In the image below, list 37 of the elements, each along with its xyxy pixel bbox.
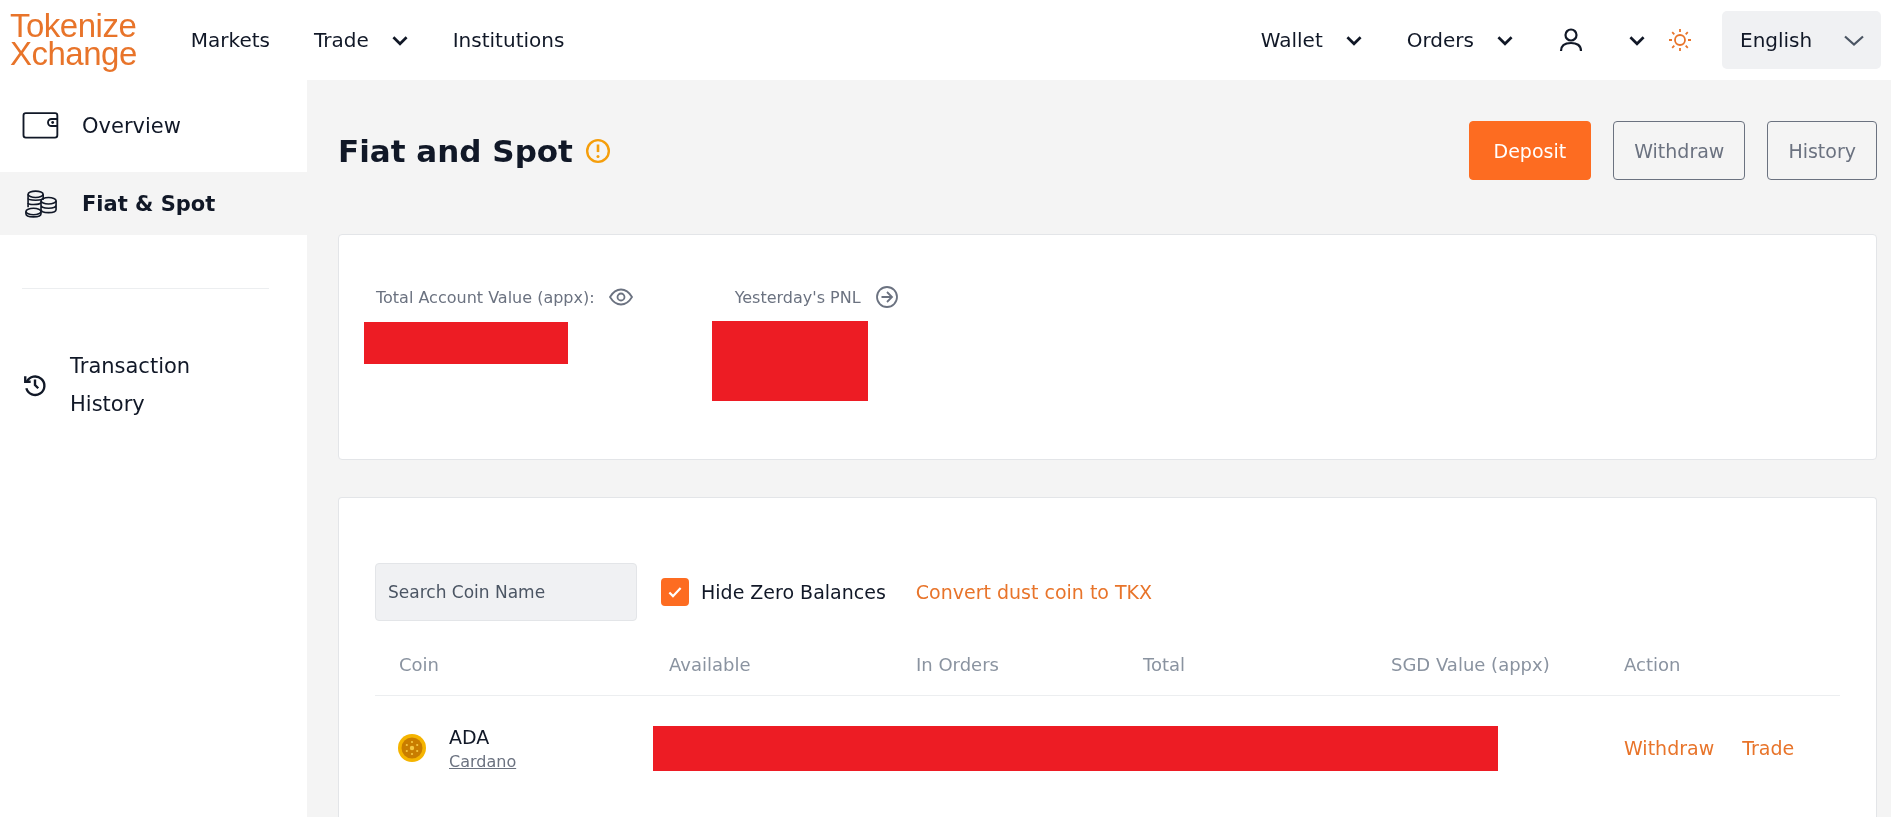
page-title: Fiat and Spot — [338, 132, 573, 169]
coins-icon — [22, 189, 60, 218]
summary-label: Total Account Value (appx): — [376, 287, 595, 307]
chevron-down-icon — [390, 34, 409, 46]
wallet-icon — [22, 112, 60, 140]
arrow-right-icon[interactable] — [874, 285, 899, 309]
column-header: Coin — [398, 653, 440, 675]
nav-link[interactable]: Wallet — [1260, 28, 1363, 52]
sidebar-item[interactable]: Fiat & Spot — [0, 172, 307, 235]
coin-name-link[interactable]: Cardano — [449, 751, 517, 771]
column-header: Action — [1623, 653, 1682, 675]
chevron-down-icon — [1843, 33, 1865, 47]
summary-label: Yesterday's PNL — [734, 287, 861, 307]
chevron-down-icon[interactable] — [1628, 34, 1646, 46]
checkbox[interactable] — [661, 578, 689, 606]
nav-link[interactable]: Orders — [1406, 28, 1514, 52]
sun-icon[interactable] — [1668, 28, 1692, 52]
sidebar-item[interactable]: Transaction History — [0, 347, 307, 423]
column-header: Total — [1142, 653, 1187, 675]
nav-link[interactable]: Trade — [313, 28, 409, 52]
column-header: SGD Value (appx) — [1390, 653, 1551, 675]
user-icon[interactable] — [1558, 27, 1584, 53]
language-select[interactable]: English — [1722, 11, 1881, 69]
coin-symbol: ADA — [449, 725, 491, 748]
column-header: Available — [668, 653, 752, 675]
search-field[interactable]: Search Coin Name — [375, 563, 637, 621]
nav-link[interactable]: Institutions — [452, 28, 565, 52]
outline-button[interactable]: Withdraw — [1613, 121, 1746, 180]
chevron-down-icon — [1344, 34, 1363, 46]
column-header: In Orders — [915, 653, 1000, 675]
history-icon — [22, 372, 48, 398]
coin-icon — [397, 733, 427, 763]
checkbox-label: Hide Zero Balances — [701, 581, 886, 603]
sidebar-item[interactable]: Overview — [0, 80, 307, 172]
nav-link[interactable]: Markets — [190, 28, 270, 52]
outline-button[interactable]: History — [1767, 121, 1877, 180]
chevron-down-icon — [1496, 34, 1514, 46]
